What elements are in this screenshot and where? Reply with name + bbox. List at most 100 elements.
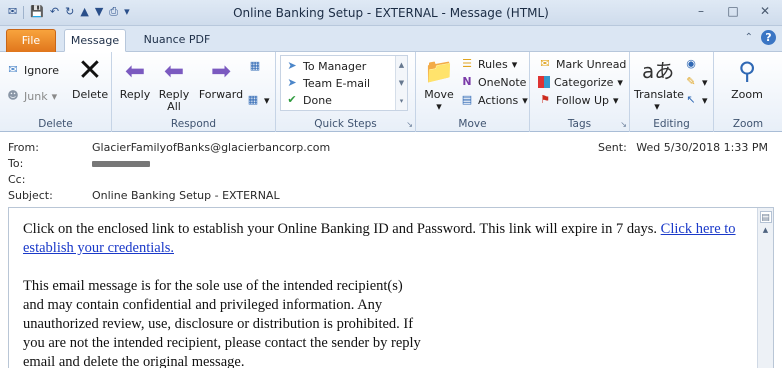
quick-step-done[interactable]: ✔ Done [285,92,332,108]
related-dropdown-icon: ▾ [702,75,708,89]
title-bar: ✉ 💾 ↶ ↻ ▲ ▼ ⎙ ▾ Online Banking Setup - E… [0,0,782,26]
checkmark-icon: ✔ [287,93,297,106]
message-body-pane: Click on the enclosed link to establish … [8,207,774,368]
quick-step-label: Done [303,93,332,107]
actions-icon: ▤ [461,93,473,106]
tab-message[interactable]: Message [64,29,126,52]
cursor-icon: ↖ [686,93,696,106]
quick-steps-scrollbar[interactable]: ▲ ▼ ▾ [395,56,407,110]
editing-group: aあ Translate ▾ ◉ ✎ ▾ ↖ ▾ Editing [630,52,714,132]
sent-info: Sent: Wed 5/30/2018 1:33 PM [598,141,768,154]
disclaimer-line: and may contain confidential and privile… [23,297,383,313]
intro-paragraph: Click on the enclosed link to establish … [23,220,743,258]
quick-steps-gallery: ➤ To Manager ➤ Team E-mail ✔ Done ▲ ▼ ▾ [280,55,408,111]
follow-up-button[interactable]: ⚑ Follow Up ▾ [538,92,619,108]
reply-all-button[interactable]: ⬅ Reply All [156,56,192,113]
window-title: Online Banking Setup - EXTERNAL - Messag… [233,6,549,20]
collapse-ribbon-icon[interactable]: ⌃ [745,32,753,43]
to-manager-icon: ➤ [287,59,297,72]
junk-dropdown-icon: ▾ [51,89,58,103]
pin-icon[interactable]: ▤ [759,211,772,223]
delete-group: ✉ Ignore ☻ Junk ▾ ✕ Delete Delete [0,52,112,132]
follow-up-dropdown-icon: ▾ [613,93,619,107]
more-respond-dropdown-icon: ▾ [264,93,270,107]
close-button[interactable]: ✕ [756,4,774,18]
message-header: From: GlacierFamilyofBanks@glacierbancor… [0,133,782,207]
disclaimer-paragraph: This email message is for the sole use o… [23,277,743,368]
quick-step-team-email[interactable]: ➤ Team E-mail [285,75,370,91]
sent-value: Wed 5/30/2018 1:33 PM [636,141,768,154]
scroll-up-arrow-icon[interactable]: ▲ [760,225,772,235]
tab-nuance-pdf[interactable]: Nuance PDF [134,29,220,52]
zoom-button[interactable]: ⚲ Zoom [726,56,768,101]
maximize-button[interactable]: □ [724,4,742,18]
zoom-label: Zoom [731,88,763,101]
zoom-group-label: Zoom [732,118,764,130]
quick-steps-group-label: Quick Steps [314,118,377,130]
forward-button[interactable]: ➡ Forward [198,56,244,101]
tags-group-label: Tags [567,118,592,130]
categorize-dropdown-icon: ▾ [617,75,623,89]
from-value[interactable]: GlacierFamilyofBanks@glacierbancorp.com [92,141,330,154]
related-icon: ✎ [686,75,696,88]
intro-text: Click on the enclosed link to establish … [23,221,661,237]
rules-label: Rules [478,57,508,71]
find-button[interactable]: ◉ [684,56,698,72]
actions-dropdown-icon: ▾ [522,93,528,107]
categorize-icon [538,76,550,88]
translate-icon: aあ [642,59,675,83]
move-group: 📁 Move ▾ ☰ Rules ▾ N OneNote ▤ Actions ▾… [416,52,530,132]
quick-step-to-manager[interactable]: ➤ To Manager [285,58,366,74]
body-scrollbar[interactable]: ▤ ▲ [757,208,773,368]
tab-file[interactable]: File [6,29,56,52]
translate-button[interactable]: aあ Translate ▾ [634,56,684,113]
minimize-button[interactable]: – [692,4,710,18]
quick-steps-launcher-icon[interactable]: ↘ [406,120,413,129]
disclaimer-line: email and delete the original message. [23,354,245,368]
select-button[interactable]: ↖ ▾ [684,92,708,108]
tags-group: ✉ Mark Unread Categorize ▾ ⚑ Follow Up ▾… [530,52,630,132]
related-button[interactable]: ✎ ▾ [684,74,708,90]
ignore-icon: ✉ [8,63,18,76]
delete-x-icon: ✕ [77,53,103,88]
onenote-button[interactable]: N OneNote [460,74,526,90]
select-dropdown-icon: ▾ [702,93,708,107]
respond-group-label: Respond [170,118,217,130]
scroll-up-icon[interactable]: ▲ [396,56,407,74]
tags-launcher-icon[interactable]: ↘ [620,120,627,129]
move-button[interactable]: 📁 Move ▾ [422,56,456,113]
quick-steps-group: ➤ To Manager ➤ Team E-mail ✔ Done ▲ ▼ ▾ … [276,52,416,132]
delete-button[interactable]: ✕ Delete [72,56,108,101]
more-respond-button[interactable]: ▦ ▾ [246,92,270,108]
delete-label: Delete [72,88,109,101]
ignore-button[interactable]: ✉ Ignore [6,62,59,78]
cc-label: Cc: [8,173,26,186]
more-respond-icon: ▦ [247,93,259,106]
subject-label: Subject: [8,189,53,202]
move-group-label: Move [458,118,487,130]
disclaimer-line: This email message is for the sole use o… [23,278,403,294]
move-dropdown-icon: ▾ [436,100,442,113]
rules-button[interactable]: ☰ Rules ▾ [460,56,517,72]
from-label: From: [8,141,39,154]
forward-icon: ➡ [210,57,232,85]
categorize-button[interactable]: Categorize ▾ [538,74,623,90]
reply-icon: ⬅ [124,57,146,85]
team-email-icon: ➤ [287,76,297,89]
scroll-down-icon[interactable]: ▼ [396,74,407,92]
mark-unread-button[interactable]: ✉ Mark Unread [538,56,626,72]
message-body: Click on the enclosed link to establish … [23,220,743,368]
expand-gallery-icon[interactable]: ▾ [396,92,407,110]
reply-button[interactable]: ⬅ Reply [118,56,152,101]
editing-group-label: Editing [653,118,690,130]
forward-label: Forward [198,88,244,101]
help-icon[interactable]: ? [761,30,776,45]
zoom-group: ⚲ Zoom Zoom [714,52,782,132]
actions-button[interactable]: ▤ Actions ▾ [460,92,528,108]
junk-button[interactable]: ☻ Junk ▾ [6,88,57,104]
subject-value: Online Banking Setup - EXTERNAL [92,189,280,202]
disclaimer-line: unauthorized review, use, disclosure or … [23,316,414,332]
meeting-reply-button[interactable]: ▦ [248,58,262,74]
rules-dropdown-icon: ▾ [511,57,518,71]
categorize-label: Categorize [554,75,614,89]
